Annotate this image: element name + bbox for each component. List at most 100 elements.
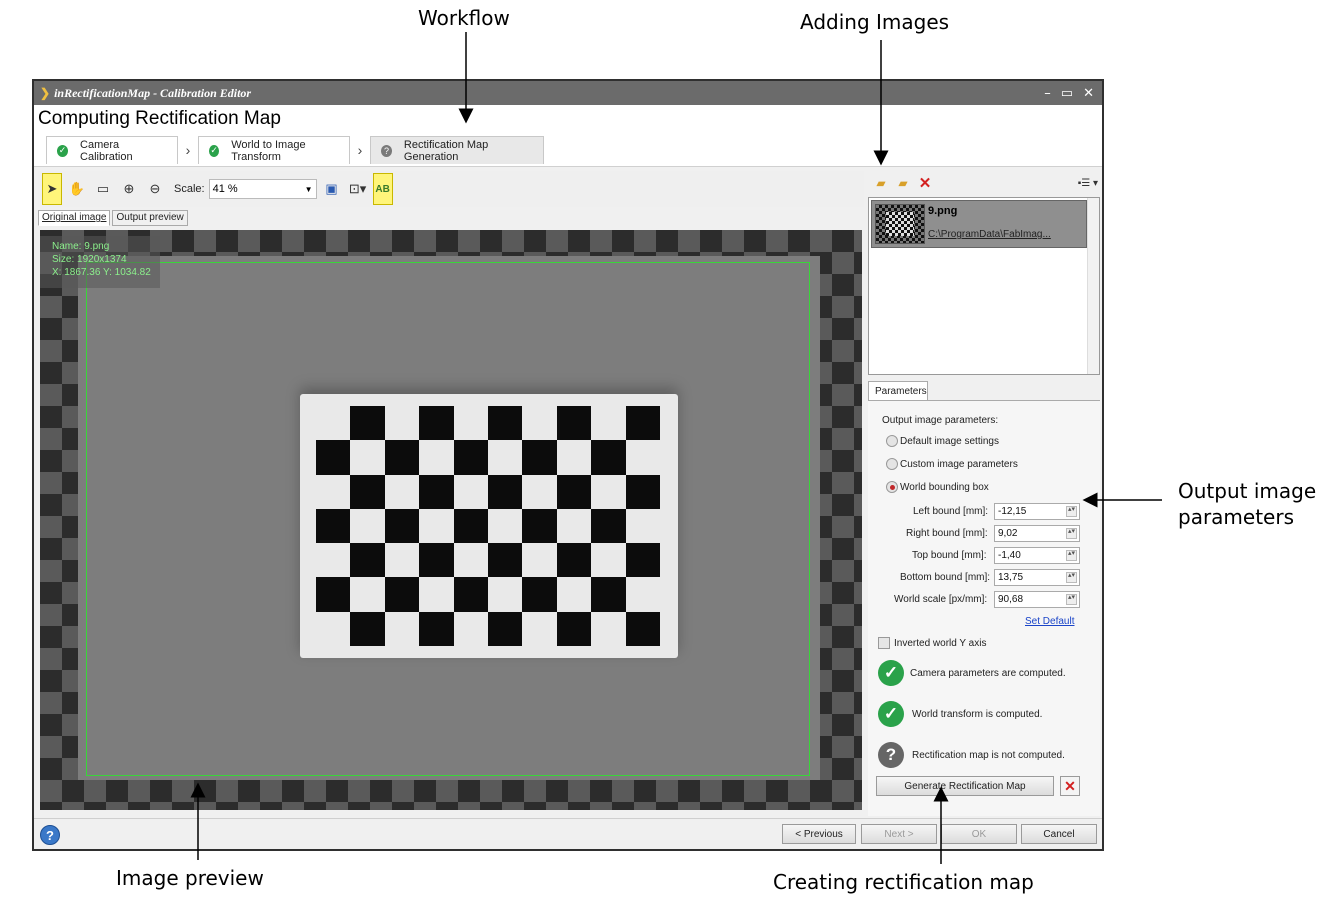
radio-world-bounding-box[interactable] [886,481,898,493]
image-list-scrollbar[interactable] [1087,198,1099,374]
step-rectification-map[interactable]: ? Rectification Map Generation [370,136,544,164]
stepper-icon: ▴▾ [1066,506,1077,517]
list-item[interactable]: 9.png C:\ProgramData\FabImag... [871,200,1087,248]
image-filename: 9.png [928,205,958,217]
radio-default-image[interactable] [886,435,898,447]
right-bound-label: Right bound [mm]: [906,528,988,539]
check-circle-icon: ✓ [878,701,904,727]
cursor-coords-text: X: 1867.36 Y: 1034.82 [52,267,151,278]
image-path-link[interactable]: C:\ProgramData\FabImag... [928,229,1051,240]
right-panel: ▰ ▰ ✕ ▪☰ ▾ 9.png C:\ProgramData\FabImag.… [868,171,1102,816]
question-circle-icon: ? [878,742,904,768]
image-canvas[interactable]: Name: 9.png Size: 1920x1374 X: 1867.36 Y… [40,230,862,810]
help-icon[interactable]: ? [40,825,60,845]
window-title: inRectificationMap - Calibration Editor [54,85,252,100]
step-world-to-image[interactable]: ✓ World to Image Transform [198,136,350,164]
world-scale-label: World scale [px/mm]: [894,594,988,605]
generate-map-button[interactable]: Generate Rectification Map [876,776,1054,796]
image-list[interactable]: 9.png C:\ProgramData\FabImag... [868,197,1100,375]
status-world-text: World transform is computed. [912,709,1043,720]
add-images-icon[interactable]: ▰ [894,175,912,191]
inverted-y-label: Inverted world Y axis [894,638,987,649]
ruler-icon[interactable]: ▭ [92,178,114,200]
image-size-text: Size: 1920x1374 [52,254,127,265]
check-circle-icon: ✓ [878,660,904,686]
image-thumbnail [875,204,925,244]
tab-parameters[interactable]: Parameters [868,381,928,401]
pointer-tool-icon[interactable]: ➤ [42,173,62,205]
stepper-icon: ▴▾ [1066,550,1077,561]
chevron-right-icon: › [185,142,191,158]
radio-default-label: Default image settings [900,436,999,447]
left-bound-label: Left bound [mm]: [913,506,989,517]
scale-value: 41 % [212,183,238,195]
parameters-panel: Output image parameters: Default image s… [868,400,1100,816]
minimize-icon[interactable]: – [1044,86,1051,101]
ok-button[interactable]: OK [941,824,1017,844]
fit-to-window-icon[interactable]: ▣ [321,178,343,200]
app-logo-icon: ❯ [40,85,51,100]
annotation-image-preview: Image preview [116,866,264,890]
annotation-creating-map: Creating rectification map [773,870,1034,894]
bounding-box-outline[interactable] [86,262,810,776]
image-preview-pane: ➤ ✋ ▭ ⊕ ⊖ Scale: 41 % ▼ ▣ ⊡▾ AB Original… [38,171,864,816]
chevron-right-icon: › [357,142,363,158]
radio-custom-label: Custom image parameters [900,459,1018,470]
close-icon[interactable]: ✕ [1083,86,1094,101]
stepper-icon: ▴▾ [1066,594,1077,605]
set-default-link[interactable]: Set Default [1025,616,1074,627]
tab-output-preview[interactable]: Output preview [112,210,188,226]
workflow-steps: ✓ Camera Calibration › ✓ World to Image … [46,136,544,164]
view-tabs: Original image Output preview [38,210,864,226]
stepper-icon: ▴▾ [1066,572,1077,583]
annotation-output-params-line1: Output image [1178,479,1317,503]
world-scale-input[interactable]: 90,68 ▴▾ [994,591,1080,608]
radio-custom-image[interactable] [886,458,898,470]
radio-world-label: World bounding box [900,482,989,493]
maximize-icon[interactable]: ▭ [1061,86,1073,101]
annotation-workflow: Workflow [418,6,510,30]
inverted-y-checkbox[interactable] [878,637,890,649]
step-label: World to Image Transform [231,138,306,163]
top-bound-input[interactable]: -1,40 ▴▾ [994,547,1080,564]
status-map-text: Rectification map is not computed. [912,750,1065,761]
image-name-text: Name: 9.png [52,241,110,252]
question-icon: ? [381,144,392,157]
delete-image-icon[interactable]: ✕ [916,175,934,192]
pan-hand-icon[interactable]: ✋ [66,178,88,200]
status-camera-text: Camera parameters are computed. [910,668,1066,679]
scale-select[interactable]: 41 % ▼ [208,179,317,199]
step-camera-calibration[interactable]: ✓ Camera Calibration [46,136,178,164]
crop-dropdown-icon[interactable]: ⊡▾ [347,178,369,200]
right-bound-input[interactable]: 9,02 ▴▾ [994,525,1080,542]
add-image-icon[interactable]: ▰ [872,175,890,191]
stepper-icon: ▴▾ [1066,528,1077,539]
chevron-down-icon: ▼ [304,184,313,194]
annotation-output-params-line2: parameters [1178,505,1295,529]
scale-label: Scale: [174,183,205,195]
bottom-bound-label: Bottom bound [mm]: [900,572,991,583]
documentation-figure: Workflow Adding Images Output image para… [0,0,1338,920]
dialog-footer: ? < Previous Next > OK Cancel [34,818,1102,849]
image-info-overlay: Name: 9.png Size: 1920x1374 X: 1867.36 Y… [40,236,160,288]
check-icon: ✓ [209,144,220,157]
title-bar[interactable]: ❯ inRectificationMap - Calibration Edito… [34,81,1102,105]
ab-toggle-button[interactable]: AB [372,173,393,205]
zoom-out-icon[interactable]: ⊖ [144,178,166,200]
next-button[interactable]: Next > [861,824,937,844]
cancel-generate-icon[interactable]: ✕ [1060,776,1080,796]
step-label: Rectification Map Generation [403,138,489,163]
viewer-toolbar: ➤ ✋ ▭ ⊕ ⊖ Scale: 41 % ▼ ▣ ⊡▾ AB [38,171,864,207]
images-toolbar: ▰ ▰ ✕ ▪☰ ▾ [868,171,1102,195]
page-title: Computing Rectification Map [38,108,281,129]
calibration-editor-window: ❯ inRectificationMap - Calibration Edito… [32,79,1104,851]
bottom-bound-input[interactable]: 13,75 ▴▾ [994,569,1080,586]
left-bound-input[interactable]: -12,15 ▴▾ [994,503,1080,520]
view-mode-icon[interactable]: ▪☰ ▾ [1078,178,1098,189]
zoom-in-icon[interactable]: ⊕ [118,178,140,200]
output-params-label: Output image parameters: [882,415,999,426]
check-icon: ✓ [57,144,69,157]
cancel-button[interactable]: Cancel [1021,824,1097,844]
previous-button[interactable]: < Previous [782,824,856,844]
tab-original-image[interactable]: Original image [38,210,111,226]
